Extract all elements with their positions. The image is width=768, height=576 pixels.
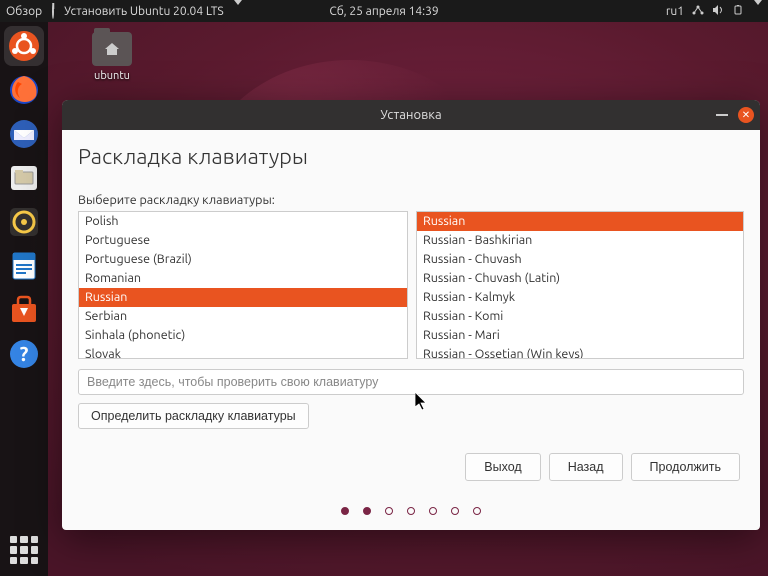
list-item[interactable]: Russian - Mari bbox=[417, 326, 743, 345]
minimize-icon[interactable] bbox=[716, 114, 728, 116]
dock-item-firefox[interactable] bbox=[4, 70, 44, 110]
progress-dot bbox=[363, 507, 371, 515]
window-title: Установка bbox=[380, 108, 441, 122]
list-item[interactable]: Russian - Chuvash (Latin) bbox=[417, 269, 743, 288]
desktop-icon-home[interactable]: ubuntu bbox=[82, 32, 142, 82]
dock-item-writer[interactable] bbox=[4, 246, 44, 286]
list-item[interactable]: Portuguese (Brazil) bbox=[79, 250, 407, 269]
detect-layout-button[interactable]: Определить раскладку клавиатуры bbox=[78, 403, 309, 429]
list-item[interactable]: Russian - Kalmyk bbox=[417, 288, 743, 307]
continue-button[interactable]: Продолжить bbox=[631, 453, 740, 481]
list-item[interactable]: Russian bbox=[79, 288, 407, 307]
chevron-down-icon bbox=[754, 5, 762, 18]
close-icon[interactable]: ✕ bbox=[738, 107, 754, 123]
list-item[interactable]: Portuguese bbox=[79, 231, 407, 250]
list-item[interactable]: Russian - Komi bbox=[417, 307, 743, 326]
dock-item-thunderbird[interactable] bbox=[4, 114, 44, 154]
desktop-icon-label: ubuntu bbox=[82, 70, 142, 82]
progress-dot bbox=[385, 507, 393, 515]
list-item[interactable]: Russian bbox=[417, 212, 743, 231]
chevron-down-icon bbox=[234, 5, 242, 18]
progress-dot bbox=[473, 507, 481, 515]
list-item[interactable]: Slovak bbox=[79, 345, 407, 359]
battery-icon[interactable] bbox=[732, 5, 746, 18]
list-item[interactable]: Russian - Bashkirian bbox=[417, 231, 743, 250]
progress-dot bbox=[407, 507, 415, 515]
list-item[interactable]: Polish bbox=[79, 212, 407, 231]
install-menu-label[interactable]: Установить Ubuntu 20.04 LTS bbox=[64, 5, 224, 18]
dock-item-rhythmbox[interactable] bbox=[4, 202, 44, 242]
progress-dot bbox=[341, 507, 349, 515]
list-item[interactable]: Russian - Ossetian (Win keys) bbox=[417, 345, 743, 359]
activities-label[interactable]: Обзор bbox=[6, 5, 42, 18]
network-icon[interactable] bbox=[692, 4, 704, 19]
svg-text:?: ? bbox=[20, 342, 29, 365]
dock-item-files[interactable] bbox=[4, 158, 44, 198]
volume-icon[interactable] bbox=[712, 4, 724, 19]
top-bar: Обзор Установить Ubuntu 20.04 LTS Сб, 25… bbox=[0, 0, 768, 22]
prompt-label: Выберите раскладку клавиатуры: bbox=[78, 193, 744, 207]
keyboard-lang-indicator[interactable]: ru1 bbox=[666, 5, 684, 18]
page-heading: Раскладка клавиатуры bbox=[78, 144, 744, 169]
titlebar[interactable]: Установка ✕ bbox=[62, 100, 760, 130]
clock-label[interactable]: Сб, 25 апреля 14:39 bbox=[329, 5, 438, 18]
progress-dot bbox=[451, 507, 459, 515]
power-icon bbox=[52, 5, 54, 18]
list-item[interactable]: Romanian bbox=[79, 269, 407, 288]
progress-dot bbox=[429, 507, 437, 515]
back-button[interactable]: Назад bbox=[549, 453, 623, 481]
dock: ? bbox=[0, 22, 48, 576]
list-item[interactable]: Serbian bbox=[79, 307, 407, 326]
quit-button[interactable]: Выход bbox=[465, 453, 540, 481]
list-item[interactable]: Russian - Chuvash bbox=[417, 250, 743, 269]
progress-dots bbox=[78, 507, 744, 515]
list-item[interactable]: Sinhala (phonetic) bbox=[79, 326, 407, 345]
keyboard-test-input[interactable] bbox=[78, 369, 744, 395]
dock-show-apps[interactable] bbox=[4, 530, 44, 570]
layout-list[interactable]: PolishPortuguesePortuguese (Brazil)Roman… bbox=[78, 211, 408, 359]
variant-list[interactable]: RussianRussian - BashkirianRussian - Chu… bbox=[416, 211, 744, 359]
installer-window: Установка ✕ Раскладка клавиатуры Выберит… bbox=[62, 100, 760, 530]
dock-item-ubiquity[interactable] bbox=[4, 26, 44, 66]
dock-item-help[interactable]: ? bbox=[4, 334, 44, 374]
dock-item-software[interactable] bbox=[4, 290, 44, 330]
